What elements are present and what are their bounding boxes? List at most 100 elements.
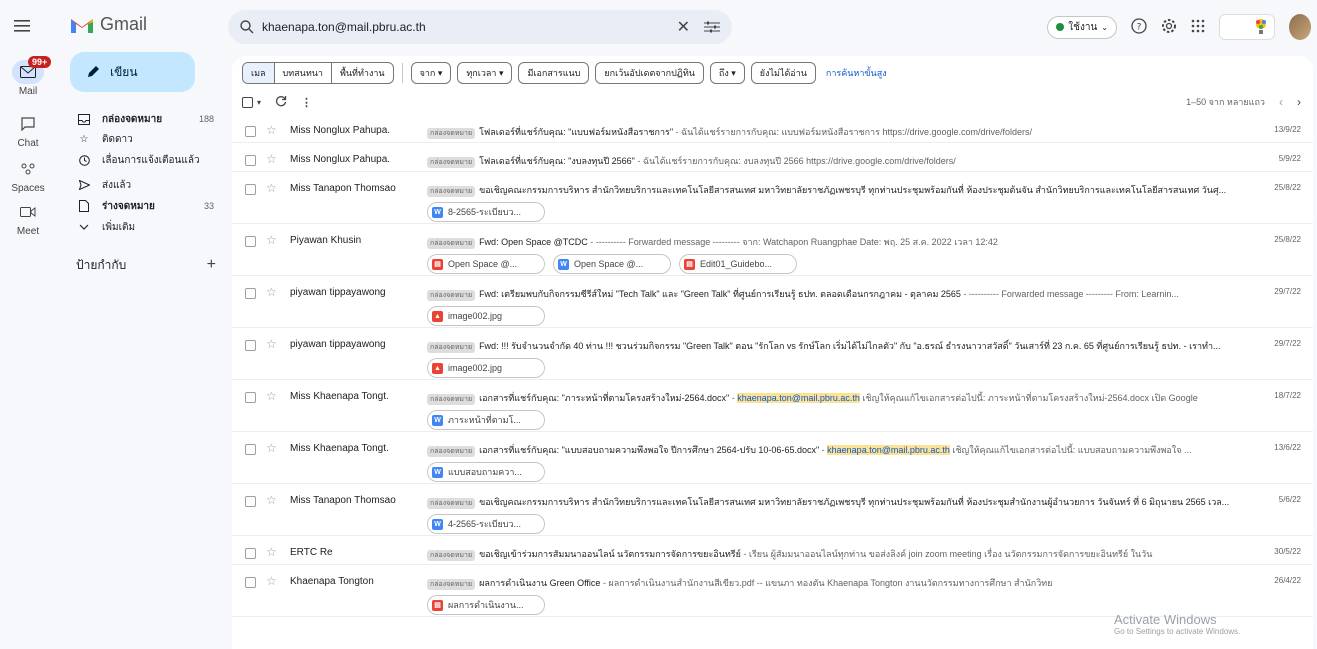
spaces-icon bbox=[12, 157, 44, 181]
email-select-checkbox[interactable] bbox=[245, 184, 256, 195]
email-row[interactable]: ☆ Miss Tanapon Thomsao กล่องจดหมาย ขอเชิญคณ… bbox=[232, 178, 1313, 224]
email-row[interactable]: ☆ Miss Nonglux Pahupa. กล่องจดหมาย โฟลเดอร์… bbox=[232, 120, 1313, 143]
email-snippet: - เรียน ผู้สัมมนาออนไลน์ทุกท่าน ขอส่งลิง… bbox=[740, 549, 1153, 559]
inbox-icon bbox=[76, 113, 92, 125]
email-select-checkbox[interactable] bbox=[245, 548, 256, 559]
add-label-button[interactable]: + bbox=[207, 256, 216, 275]
rail-mail[interactable]: 99+ Mail bbox=[0, 56, 56, 97]
search-icon[interactable] bbox=[240, 20, 254, 34]
filter-time-chip[interactable]: ทุกเวลา ▾ bbox=[457, 62, 513, 84]
email-select-checkbox[interactable] bbox=[245, 236, 256, 247]
search-input[interactable] bbox=[262, 20, 669, 34]
email-row[interactable]: ☆ piyawan tippayawong กล่องจดหมาย Fwd: เตรี… bbox=[232, 282, 1313, 328]
advanced-search-link[interactable]: การค้นหาขั้นสูง bbox=[826, 66, 887, 80]
filter-mail[interactable]: เมล bbox=[243, 63, 275, 83]
more-options-icon[interactable]: ⋮ bbox=[301, 96, 312, 109]
apps-grid-icon[interactable] bbox=[1191, 19, 1205, 36]
attachment-chip[interactable]: W แบบสอบถามควา... bbox=[427, 462, 545, 482]
star-icon[interactable]: ☆ bbox=[266, 285, 277, 299]
nav-drafts[interactable]: ร่างจดหมาย 33 bbox=[56, 195, 226, 217]
email-row[interactable]: ☆ Khaenapa Tongton กล่องจดหมาย ผลการดำเนินง… bbox=[232, 571, 1313, 617]
search-options-icon[interactable] bbox=[704, 21, 720, 33]
email-select-checkbox[interactable] bbox=[245, 577, 256, 588]
email-row[interactable]: ☆ piyawan tippayawong กล่องจดหมาย Fwd: !!! … bbox=[232, 334, 1313, 380]
compose-button[interactable]: เขียน bbox=[70, 52, 195, 92]
attachment-chip[interactable]: ▲ image002.jpg bbox=[427, 306, 545, 326]
nav-more[interactable]: เพิ่มเติม bbox=[56, 216, 226, 238]
email-row[interactable]: ☆ Miss Nonglux Pahupa. กล่องจดหมาย โฟลเดอร์… bbox=[232, 149, 1313, 172]
star-icon[interactable]: ☆ bbox=[266, 123, 277, 137]
email-select-checkbox[interactable] bbox=[245, 392, 256, 403]
attachment-chip[interactable]: ▤ ผลการดำเนินงาน... bbox=[427, 595, 545, 615]
email-row[interactable]: ☆ ERTC Re กล่องจดหมาย ขอเชิญเข้าร่วมการสัมม… bbox=[232, 542, 1313, 565]
watermark-title: Activate Windows bbox=[1114, 612, 1217, 627]
select-all-checkbox[interactable]: ▾ bbox=[242, 96, 261, 108]
email-select-checkbox[interactable] bbox=[245, 340, 256, 351]
star-icon[interactable]: ☆ bbox=[266, 574, 277, 588]
email-select-checkbox[interactable] bbox=[245, 496, 256, 507]
attachment-chip[interactable]: W Open Space @... bbox=[553, 254, 671, 274]
attachment-chip[interactable]: W ภาระหน้าที่ตามโ... bbox=[427, 410, 545, 430]
filter-from-chip[interactable]: จาก ▾ bbox=[410, 62, 452, 84]
nav-drafts-count: 33 bbox=[203, 201, 214, 211]
rail-chat[interactable]: Chat bbox=[0, 112, 56, 149]
filter-unread-chip[interactable]: ยังไม่ได้อ่าน bbox=[750, 62, 816, 84]
filter-to-chip[interactable]: ถึง ▾ bbox=[709, 62, 745, 84]
rail-spaces[interactable]: Spaces bbox=[0, 157, 56, 194]
pagination: 1–50 จาก หลายแถว ‹ › bbox=[1186, 95, 1301, 109]
email-select-checkbox[interactable] bbox=[245, 155, 256, 166]
email-select-checkbox[interactable] bbox=[245, 126, 256, 137]
nav-inbox[interactable]: กล่องจดหมาย 188 bbox=[56, 108, 226, 130]
email-subject: ขอเชิญเข้าร่วมการสัมมนาออนไลน์ นวัตกรรมก… bbox=[479, 549, 741, 559]
attachment-chip[interactable]: W 4-2565-ระเบียบว... bbox=[427, 514, 545, 534]
filter-conversations[interactable]: บทสนทนา bbox=[275, 63, 332, 83]
rail-meet[interactable]: Meet bbox=[0, 200, 56, 237]
gmail-logo[interactable]: Gmail bbox=[70, 14, 147, 35]
attachment-chip[interactable]: W 8-2565-ระเบียบว... bbox=[427, 202, 545, 222]
nav-inbox-label: กล่องจดหมาย bbox=[102, 113, 163, 125]
list-toolbar: ▾ ⋮ 1–50 จาก หลายแถว ‹ › bbox=[242, 90, 1301, 114]
main-menu-button[interactable] bbox=[10, 14, 34, 38]
filter-spaces[interactable]: พื้นที่ทำงาน bbox=[332, 63, 393, 83]
email-sender: ERTC Re bbox=[290, 547, 333, 558]
email-subject: ผลการดำเนินงาน Green Office bbox=[479, 578, 601, 588]
star-icon[interactable]: ☆ bbox=[266, 389, 277, 403]
star-icon[interactable]: ☆ bbox=[266, 152, 277, 166]
account-avatar[interactable] bbox=[1289, 14, 1311, 40]
next-page-icon[interactable]: › bbox=[1297, 95, 1301, 109]
star-icon[interactable]: ☆ bbox=[266, 233, 277, 247]
email-row[interactable]: ☆ Miss Khaenapa Tongt. กล่องจดหมาย เอกสารที… bbox=[232, 386, 1313, 432]
inbox-label-tag: กล่องจดหมาย bbox=[427, 290, 476, 301]
email-snippet: - ฉันได้แชร์รายการกับคุณ: แบบฟอร์มหนังสื… bbox=[673, 127, 1033, 137]
clear-search-icon[interactable]: ✕ bbox=[677, 17, 690, 37]
help-icon[interactable]: ? bbox=[1131, 17, 1147, 37]
filter-exclude-calendar-chip[interactable]: ยกเว้นอัปเดตจากปฏิทิน bbox=[595, 62, 704, 84]
mail-unread-badge: 99+ bbox=[28, 56, 52, 68]
nav-snoozed[interactable]: เลื่อนการแจ้งเตือนแล้ว bbox=[56, 149, 226, 171]
attachment-chip[interactable]: ▲ image002.jpg bbox=[427, 358, 545, 378]
email-select-checkbox[interactable] bbox=[245, 288, 256, 299]
rail-mail-label: Mail bbox=[18, 86, 38, 97]
pdf-icon: ▤ bbox=[432, 599, 443, 611]
gear-icon[interactable] bbox=[1161, 18, 1177, 37]
filter-attachment-chip[interactable]: มีเอกสารแนบ bbox=[518, 62, 590, 84]
attachment-chip[interactable]: ▤ Open Space @... bbox=[427, 254, 545, 274]
attachment-chip[interactable]: ▤ Edit01_Guidebo... bbox=[679, 254, 797, 274]
email-row[interactable]: ☆ Miss Tanapon Thomsao กล่องจดหมาย ขอเชิญคณ… bbox=[232, 490, 1313, 536]
hamburger-icon bbox=[14, 20, 30, 32]
star-icon[interactable]: ☆ bbox=[266, 441, 277, 455]
nav-starred[interactable]: ☆ ติดดาว bbox=[56, 128, 226, 150]
organization-logo[interactable] bbox=[1219, 14, 1275, 40]
email-row[interactable]: ☆ Miss Khaenapa Tongt. กล่องจดหมาย เอกสารที… bbox=[232, 438, 1313, 484]
refresh-icon[interactable] bbox=[275, 95, 287, 110]
star-icon[interactable]: ☆ bbox=[266, 181, 277, 195]
email-content: กล่องจดหมาย Fwd: Open Space @TCDC - -----… bbox=[427, 235, 1247, 249]
previous-page-icon[interactable]: ‹ bbox=[1279, 95, 1283, 109]
status-dropdown[interactable]: ใช้งาน ⌄ bbox=[1047, 15, 1117, 39]
email-select-checkbox[interactable] bbox=[245, 444, 256, 455]
nav-sent[interactable]: ส่งแล้ว bbox=[56, 174, 226, 196]
star-icon[interactable]: ☆ bbox=[266, 545, 277, 559]
star-icon[interactable]: ☆ bbox=[266, 337, 277, 351]
star-icon[interactable]: ☆ bbox=[266, 493, 277, 507]
email-row[interactable]: ☆ Piyawan Khusin กล่องจดหมาย Fwd: Open Spac… bbox=[232, 230, 1313, 276]
